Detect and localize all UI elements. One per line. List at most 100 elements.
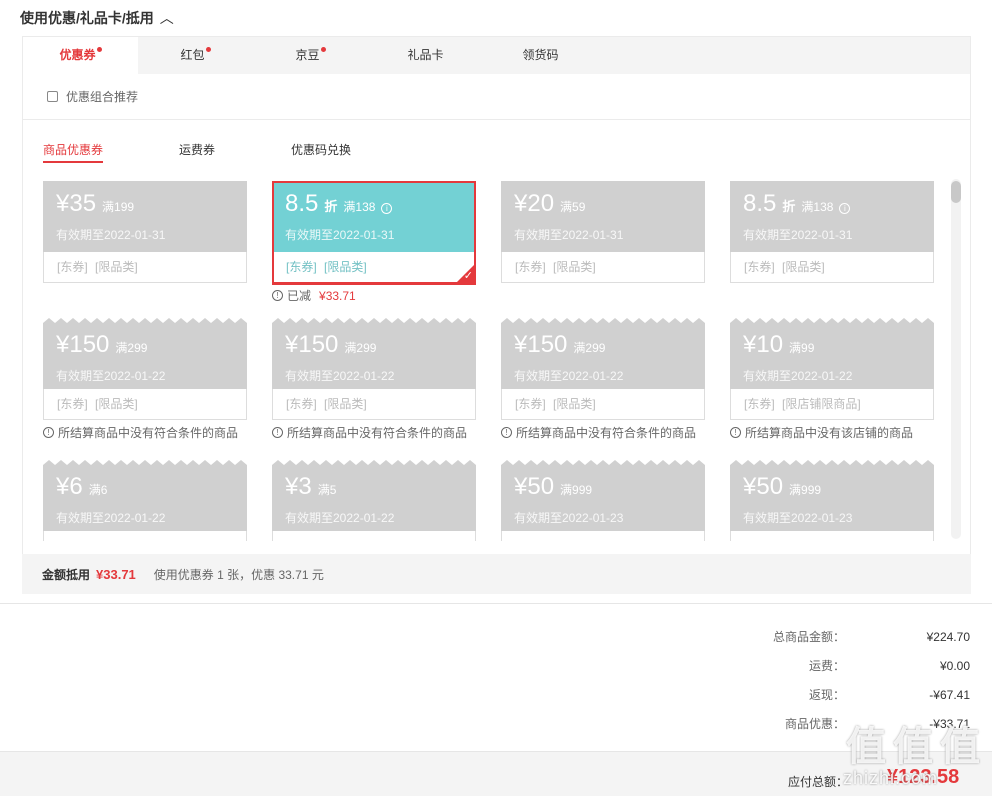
coupon-condition: 满299: [573, 341, 606, 355]
coupon-condition: 满138: [801, 200, 834, 214]
total-value: ¥224.70: [926, 630, 970, 644]
coupon-tags: [东券] [限店铺限商品]: [730, 389, 934, 420]
coupon-amount: ¥150: [285, 331, 339, 358]
chevron-up-icon[interactable]: ︿: [160, 8, 174, 28]
coupon-card[interactable]: ¥50 满999 有效期至2022-01-23: [730, 460, 934, 541]
total-label: 运费：: [808, 659, 845, 673]
coupon-condition: 满299: [115, 341, 148, 355]
coupon-condition: 满299: [344, 341, 377, 355]
coupon-tags: [272, 531, 476, 541]
tab-pickup-code[interactable]: 领货码: [483, 37, 598, 74]
info-icon: !: [272, 290, 283, 301]
tab-jingdou[interactable]: 京豆: [253, 37, 368, 74]
coupon-amount-row: 8.5 折满138 i: [285, 191, 476, 220]
check-icon: ✓: [463, 270, 473, 282]
coupon-validity: 有效期至2022-01-31: [514, 228, 624, 242]
discount-summary: 金额抵用 ¥33.71 使用优惠券 1 张，优惠 33.71 元: [22, 554, 971, 594]
coupon-card[interactable]: ¥10 满99 有效期至2022-01-22 [东券] [限店铺限商品] ! 所结算商品中…: [730, 318, 934, 441]
coupon-card[interactable]: ¥150 满299 有效期至2022-01-22 [东券] [限品类]! 所结算商品中没…: [272, 318, 476, 441]
coupon-note: ! 所结算商品中没有该店铺的商品: [730, 424, 934, 441]
tab-label: 优惠券: [59, 48, 96, 62]
coupon-amount: ¥35: [56, 190, 97, 217]
tab-label: 礼品卡: [407, 48, 444, 62]
coupon-amount-row: ¥10 满99: [743, 332, 934, 361]
coupon-card[interactable]: ¥6 满6 有效期至2022-01-22: [43, 460, 247, 541]
coupon-validity: 有效期至2022-01-22: [743, 369, 853, 383]
watermark-glyph: 值: [846, 725, 886, 769]
coupon-card[interactable]: ¥150 满299 有效期至2022-01-22 [东券] [限品类]! 所结算商品中没…: [501, 318, 705, 441]
coupon-face: ¥150 满299 有效期至2022-01-22: [43, 318, 247, 389]
coupon-card[interactable]: ¥3 满5 有效期至2022-01-22: [272, 460, 476, 541]
coupon-tags: [东券] [限品类]: [501, 389, 705, 420]
coupon-amount: ¥3: [285, 473, 312, 500]
coupon-face: ¥150 满299 有效期至2022-01-22: [272, 318, 476, 389]
info-icon: !: [501, 427, 512, 438]
coupon-tags: [东券] [限品类]: [501, 252, 705, 283]
coupon-condition: 满999: [560, 483, 593, 497]
new-dot-icon: [320, 47, 326, 52]
coupon-amount: ¥6: [56, 473, 83, 500]
subtab-shipping-coupon[interactable]: 运费券: [179, 141, 215, 163]
combo-recommend-checkbox[interactable]: [47, 91, 58, 102]
tab-coupon[interactable]: 优惠券: [23, 37, 138, 74]
tab-label: 领货码: [522, 48, 559, 62]
watermark-glyph: 值: [940, 725, 980, 769]
coupon-note: ! 已减 ¥33.71: [272, 287, 476, 304]
coupon-note: ! 所结算商品中没有符合条件的商品: [272, 424, 476, 441]
coupon-note-text: 所结算商品中没有符合条件的商品: [58, 426, 239, 440]
total-value: ¥0.00: [939, 659, 970, 673]
tab-giftcard[interactable]: 礼品卡: [368, 37, 483, 74]
new-dot-icon: [205, 47, 211, 52]
coupon-amount: ¥10: [743, 331, 784, 358]
total-row: 运费： ¥0.00: [720, 657, 970, 686]
coupon-note: ! 所结算商品中没有符合条件的商品: [43, 424, 247, 441]
info-icon: !: [730, 427, 741, 438]
coupon-amount: 8.5: [285, 190, 319, 217]
coupon-list: ¥35 满199 有效期至2022-01-31 [东券] [限品类] 8.5 折满138 i…: [43, 181, 943, 541]
coupon-tags: [东券] [限品类]: [272, 389, 476, 420]
coupon-condition: 满59: [560, 200, 586, 214]
coupon-amount-row: ¥20 满59: [514, 191, 705, 220]
info-icon[interactable]: i: [839, 203, 851, 214]
coupon-amount-row: ¥50 满999: [743, 474, 934, 503]
coupon-card[interactable]: ¥20 满59 有效期至2022-01-31 [东券] [限品类]: [501, 181, 705, 283]
info-icon: !: [272, 427, 283, 438]
total-label: 总商品金额：: [772, 630, 845, 644]
combo-recommend-row[interactable]: 优惠组合推荐: [23, 74, 970, 120]
coupon-card[interactable]: ¥50 满999 有效期至2022-01-23: [501, 460, 705, 541]
discount-tabs: 优惠券 红包 京豆 礼品卡 领货码: [23, 37, 970, 74]
coupon-amount-row: ¥150 满299: [285, 332, 476, 361]
coupon-card[interactable]: 8.5 折满138 i 有效期至2022-01-31 [东券] [限品类]! 已减 ¥33.…: [272, 181, 476, 304]
coupon-condition: 满138: [343, 200, 376, 214]
subtab-code-redeem[interactable]: 优惠码兑换: [291, 141, 351, 163]
coupon-unit: 折: [782, 199, 796, 214]
coupon-scrollbar[interactable]: [951, 179, 961, 539]
coupon-amount: ¥150: [56, 331, 110, 358]
coupon-amount: ¥150: [514, 331, 568, 358]
total-value: -¥67.41: [929, 688, 970, 702]
coupon-validity: 有效期至2022-01-23: [743, 511, 853, 525]
summary-label: 金额抵用: [42, 567, 91, 582]
coupon-face: 8.5 折满138 i 有效期至2022-01-31: [272, 181, 476, 252]
coupon-amount-row: ¥35 满199: [56, 191, 247, 220]
coupon-amount-row: ¥150 满299: [56, 332, 247, 361]
coupon-tags: [东券] [限品类]: [43, 389, 247, 420]
section-header[interactable]: 使用优惠/礼品卡/抵用 ︿: [20, 8, 174, 28]
subtab-product-coupon[interactable]: 商品优惠券: [43, 141, 104, 163]
coupon-card[interactable]: ¥35 满199 有效期至2022-01-31 [东券] [限品类]: [43, 181, 247, 283]
coupon-amount-row: ¥3 满5: [285, 474, 476, 503]
coupon-validity: 有效期至2022-01-31: [743, 228, 853, 242]
pay-total-label: 应付总额：: [788, 775, 849, 789]
total-label: 商品优惠：: [784, 717, 845, 731]
coupon-validity: 有效期至2022-01-23: [514, 511, 624, 525]
coupon-card[interactable]: ¥150 满299 有效期至2022-01-22 [东券] [限品类]! 所结算商品中没…: [43, 318, 247, 441]
divider: [0, 603, 992, 604]
coupon-note-amount: ¥33.71: [319, 288, 356, 303]
scrollbar-thumb[interactable]: [951, 181, 961, 203]
info-icon[interactable]: i: [381, 203, 393, 214]
coupon-card[interactable]: 8.5 折满138 i 有效期至2022-01-31 [东券] [限品类]: [730, 181, 934, 283]
info-icon: !: [43, 427, 54, 438]
coupon-note-text: 所结算商品中没有符合条件的商品: [287, 426, 468, 440]
tab-redpacket[interactable]: 红包: [138, 37, 253, 74]
coupon-face: ¥20 满59 有效期至2022-01-31: [501, 181, 705, 252]
